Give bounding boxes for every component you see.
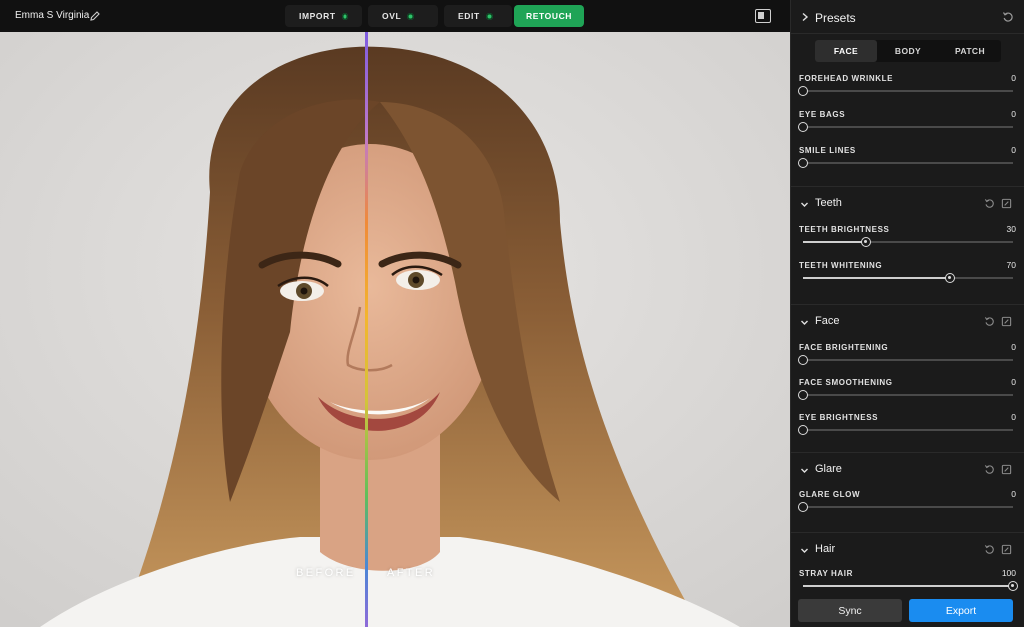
slider-handle[interactable] bbox=[798, 425, 808, 435]
sync-button[interactable]: Sync bbox=[798, 599, 902, 622]
slider-handle[interactable] bbox=[798, 502, 808, 512]
workflow-steps: IMPORT OVL EDIT RETOUCH bbox=[285, 5, 584, 27]
slider-track[interactable] bbox=[798, 390, 1013, 400]
top-bar: Emma S Virginia IMPORT OVL EDIT RETOUCH bbox=[0, 0, 790, 32]
step-import-label: IMPORT bbox=[299, 11, 336, 21]
pencil-icon[interactable] bbox=[89, 10, 101, 22]
slider-label: STRAY HAIR bbox=[799, 569, 854, 578]
slider-handle[interactable] bbox=[798, 86, 808, 96]
slider-value: 0 bbox=[1011, 73, 1016, 83]
step-import[interactable]: IMPORT bbox=[285, 5, 362, 27]
step-ovl-label: OVL bbox=[382, 11, 402, 21]
slider-handle[interactable] bbox=[798, 122, 808, 132]
slider-label: GLARE GLOW bbox=[799, 490, 861, 499]
chevron-down-icon[interactable] bbox=[800, 546, 809, 555]
image-canvas[interactable]: BEFORE AFTER bbox=[0, 32, 790, 627]
slider-handle[interactable] bbox=[798, 390, 808, 400]
slider-label: EYE BAGS bbox=[799, 110, 846, 119]
slider-label: FACE SMOOTHENING bbox=[799, 378, 893, 387]
section-title[interactable]: Glare bbox=[815, 463, 842, 475]
chevron-right-icon[interactable] bbox=[800, 12, 810, 22]
panel-title: Presets bbox=[815, 11, 856, 25]
slider-track[interactable] bbox=[803, 273, 1013, 283]
panel-header: Presets bbox=[791, 0, 1024, 34]
slider-handle[interactable] bbox=[798, 158, 808, 168]
slider-handle[interactable] bbox=[945, 273, 955, 283]
slider-value: 0 bbox=[1011, 109, 1016, 119]
slider-track[interactable] bbox=[798, 86, 1013, 96]
check-dot-icon bbox=[485, 12, 493, 20]
export-button[interactable]: Export bbox=[909, 599, 1013, 622]
slider-label: EYE BRIGHTNESS bbox=[799, 413, 879, 422]
preset-tabs: FACE BODY PATCH bbox=[815, 40, 1001, 62]
check-dot-icon bbox=[407, 12, 415, 20]
slider-label: FACE BRIGHTENING bbox=[799, 343, 889, 352]
step-edit-label: EDIT bbox=[458, 11, 480, 21]
slider-label: TEETH BRIGHTNESS bbox=[799, 225, 890, 234]
check-dot-icon bbox=[341, 12, 348, 20]
reset-icon[interactable] bbox=[984, 198, 995, 209]
slider-value: 0 bbox=[1011, 145, 1016, 155]
document-title[interactable]: Emma S Virginia bbox=[15, 10, 89, 21]
section-title[interactable]: Face bbox=[815, 315, 839, 327]
slider-value: 0 bbox=[1011, 489, 1016, 499]
tab-patch[interactable]: PATCH bbox=[939, 40, 1001, 62]
copy-icon[interactable] bbox=[1001, 544, 1012, 555]
slider-track[interactable] bbox=[798, 502, 1013, 512]
reset-icon[interactable] bbox=[984, 464, 995, 475]
slider-value: 0 bbox=[1011, 342, 1016, 352]
step-ovl[interactable]: OVL bbox=[368, 5, 438, 27]
chevron-down-icon[interactable] bbox=[800, 466, 809, 475]
slider-handle[interactable] bbox=[1008, 581, 1018, 591]
copy-icon[interactable] bbox=[1001, 464, 1012, 475]
slider-handle[interactable] bbox=[798, 355, 808, 365]
compare-icon[interactable] bbox=[755, 9, 771, 23]
before-label: BEFORE bbox=[296, 567, 356, 579]
section-title[interactable]: Teeth bbox=[815, 197, 842, 209]
slider-track[interactable] bbox=[798, 425, 1013, 435]
slider-value: 0 bbox=[1011, 377, 1016, 387]
copy-icon[interactable] bbox=[1001, 316, 1012, 327]
slider-value: 0 bbox=[1011, 412, 1016, 422]
before-after-divider-handle[interactable] bbox=[365, 32, 368, 627]
slider-fill bbox=[803, 585, 1013, 587]
slider-track[interactable] bbox=[798, 158, 1013, 168]
chevron-down-icon[interactable] bbox=[800, 318, 809, 327]
after-label: AFTER bbox=[387, 567, 436, 579]
reset-icon[interactable] bbox=[984, 316, 995, 327]
adjustments-panel: Presets FACE BODY PATCH FOREHEAD WRINKLE… bbox=[790, 0, 1024, 627]
slider-fill bbox=[803, 277, 950, 279]
slider-value: 100 bbox=[1001, 568, 1016, 578]
slider-handle[interactable] bbox=[861, 237, 871, 247]
tab-face[interactable]: FACE bbox=[815, 40, 877, 62]
chevron-down-icon[interactable] bbox=[800, 200, 809, 209]
slider-track[interactable] bbox=[798, 355, 1013, 365]
step-retouch-label: RETOUCH bbox=[525, 11, 573, 21]
slider-fill bbox=[803, 241, 866, 243]
slider-track[interactable] bbox=[798, 122, 1013, 132]
slider-value: 70 bbox=[1006, 260, 1016, 270]
section-teeth: Teeth bbox=[791, 186, 1024, 304]
slider-label: TEETH WHITENING bbox=[799, 261, 883, 270]
step-edit[interactable]: EDIT bbox=[444, 5, 512, 27]
section-title[interactable]: Hair bbox=[815, 543, 835, 555]
tab-body[interactable]: BODY bbox=[877, 40, 939, 62]
slider-track[interactable] bbox=[803, 237, 1013, 247]
slider-value: 30 bbox=[1006, 224, 1016, 234]
slider-label: SMILE LINES bbox=[799, 146, 856, 155]
reset-icon[interactable] bbox=[1002, 11, 1014, 23]
reset-icon[interactable] bbox=[984, 544, 995, 555]
portrait-photo bbox=[0, 32, 790, 627]
step-retouch[interactable]: RETOUCH bbox=[514, 5, 584, 27]
copy-icon[interactable] bbox=[1001, 198, 1012, 209]
slider-track[interactable] bbox=[803, 581, 1018, 591]
slider-label: FOREHEAD WRINKLE bbox=[799, 74, 894, 83]
